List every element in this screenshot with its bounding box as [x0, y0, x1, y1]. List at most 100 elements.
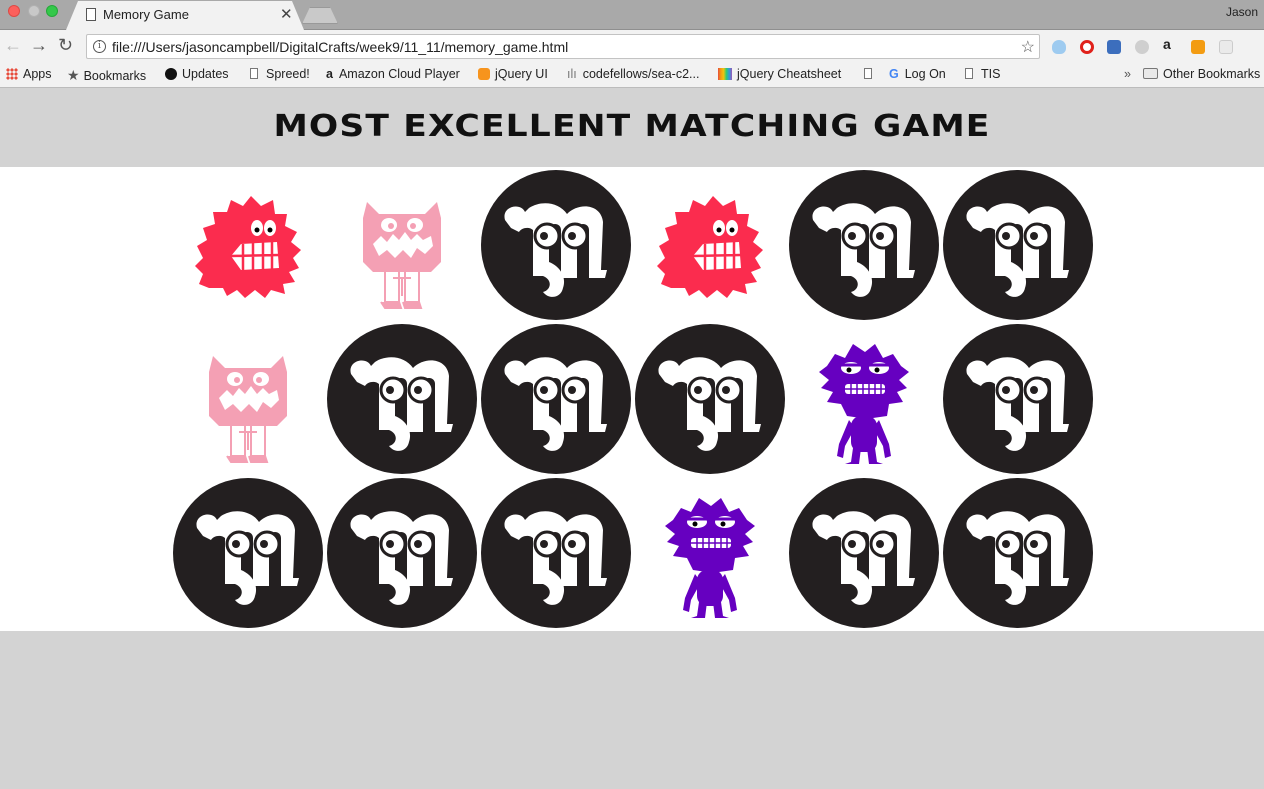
bookmark-label: codefellows/sea-c2...: [582, 67, 700, 81]
download-icon[interactable]: [1107, 40, 1121, 54]
window-titlebar: Memory Game ✕ Jason: [0, 0, 1264, 30]
document-icon: [864, 68, 872, 79]
m-logo-icon: [173, 478, 323, 628]
apps-grid-icon: [6, 68, 18, 80]
card-face-down[interactable]: [943, 478, 1093, 628]
m-logo-icon: [481, 170, 631, 320]
card-red-monster[interactable]: [635, 170, 785, 320]
bookmark-label: Spreed!: [266, 67, 310, 81]
card-purple-monster[interactable]: [789, 324, 939, 474]
blogger-icon[interactable]: [1191, 40, 1205, 54]
card-face-down[interactable]: [943, 324, 1093, 474]
google-icon: G: [889, 67, 899, 81]
back-arrow-icon[interactable]: ←: [4, 36, 22, 54]
close-tab-icon[interactable]: ✕: [280, 5, 293, 23]
profile-name[interactable]: Jason: [1226, 5, 1258, 19]
m-logo-icon: [481, 478, 631, 628]
bookmark-jquery-ui[interactable]: jQuery UI: [478, 67, 548, 81]
forward-arrow-icon[interactable]: →: [30, 36, 48, 54]
bookmark-untitled[interactable]: [864, 67, 880, 81]
red-monster-icon: [657, 196, 763, 298]
bookmark-label: jQuery UI: [495, 67, 548, 81]
bookmark-updates[interactable]: Updates: [165, 67, 229, 81]
m-logo-icon: [789, 170, 939, 320]
new-tab-button[interactable]: [302, 7, 338, 24]
bookmark-label: Amazon Cloud Player: [338, 67, 460, 81]
url-text[interactable]: file:///Users/jasoncampbell/DigitalCraft…: [112, 39, 568, 55]
bookmark-codefellows[interactable]: ılı codefellows/sea-c2...: [567, 67, 699, 81]
card-purple-monster[interactable]: [635, 478, 785, 628]
card-pink-monster[interactable]: [173, 324, 323, 474]
opera-icon[interactable]: [1080, 40, 1094, 54]
card-red-monster[interactable]: [173, 170, 323, 320]
bookmark-label: Updates: [182, 67, 229, 81]
tab-title: Memory Game: [103, 7, 189, 22]
maximize-window-button[interactable]: [46, 5, 58, 17]
m-logo-icon: [635, 324, 785, 474]
bookmark-label: Apps: [23, 67, 52, 81]
page-header: MOST EXCELLENT MATCHING GAME: [0, 89, 1264, 167]
bookmark-label: Other Bookmarks: [1163, 67, 1261, 81]
bookmark-spreed[interactable]: Spreed!: [250, 67, 310, 81]
folder-icon: [1143, 68, 1158, 79]
pink-monster-icon: [209, 356, 287, 463]
card-face-down[interactable]: [481, 478, 631, 628]
minimize-window-button[interactable]: [28, 5, 40, 17]
bookmark-amazon-cloud-player[interactable]: a Amazon Cloud Player: [326, 67, 460, 81]
jquery-ui-icon: [478, 68, 490, 80]
extension-blank-icon[interactable]: [1219, 40, 1233, 54]
bookmark-star-icon[interactable]: ☆: [1021, 37, 1035, 57]
purple-monster-icon: [665, 498, 755, 618]
bookmark-label: Log On: [904, 67, 946, 81]
amazon-icon: a: [326, 67, 333, 81]
amazon-icon[interactable]: a: [1163, 36, 1177, 52]
reload-icon[interactable]: ↻: [58, 36, 73, 54]
card-grid: [173, 170, 1093, 628]
card-face-down[interactable]: [789, 170, 939, 320]
star-icon: ★: [67, 67, 80, 83]
cheatsheet-icon: [718, 68, 732, 80]
pink-monster-icon: [363, 202, 441, 309]
bookmark-label: jQuery Cheatsheet: [737, 67, 842, 81]
card-face-down[interactable]: [173, 478, 323, 628]
card-face-down[interactable]: [943, 170, 1093, 320]
card-face-down[interactable]: [327, 324, 477, 474]
m-logo-icon: [327, 478, 477, 628]
card-face-down[interactable]: [327, 478, 477, 628]
card-pink-monster[interactable]: [327, 170, 477, 320]
more-bookmarks-chevron-icon[interactable]: »: [1124, 67, 1131, 81]
browser-toolbar: ← → ↻ i file:///Users/jasoncampbell/Digi…: [0, 30, 1264, 62]
other-bookmarks-folder[interactable]: Other Bookmarks: [1143, 67, 1260, 81]
card-face-down[interactable]: [481, 324, 631, 474]
bookmark-log-on[interactable]: G Log On: [889, 67, 946, 81]
card-face-down[interactable]: [789, 478, 939, 628]
game-board: [0, 167, 1264, 631]
card-face-down[interactable]: [481, 170, 631, 320]
bookmark-jquery-cheatsheet[interactable]: jQuery Cheatsheet: [718, 67, 841, 81]
bookmarks-bar: Apps ★ Bookmarks Updates Spreed! a Amazon …: [0, 62, 1264, 88]
m-logo-icon: [789, 478, 939, 628]
extension-balloon-icon[interactable]: [1052, 40, 1066, 54]
document-icon: [86, 8, 96, 21]
red-monster-icon: [195, 196, 301, 298]
m-logo-icon: [481, 324, 631, 474]
m-logo-icon: [327, 324, 477, 474]
purple-monster-icon: [819, 344, 909, 464]
close-window-button[interactable]: [8, 5, 20, 17]
updates-icon: [165, 68, 177, 80]
m-logo-icon: [943, 478, 1093, 628]
clock-extension-icon[interactable]: [1135, 40, 1149, 54]
m-logo-icon: [943, 324, 1093, 474]
bookmark-label: TIS: [981, 67, 1001, 81]
bookmark-label: Bookmarks: [83, 69, 147, 83]
github-icon: ılı: [567, 67, 577, 81]
card-face-down[interactable]: [635, 324, 785, 474]
document-icon: [250, 68, 258, 79]
document-icon: [965, 68, 973, 79]
bookmark-tis[interactable]: TIS: [965, 67, 1000, 81]
bookmark-apps[interactable]: Apps: [6, 67, 52, 81]
info-icon[interactable]: i: [93, 40, 106, 53]
page-title: MOST EXCELLENT MATCHING GAME: [273, 109, 991, 144]
address-bar[interactable]: i file:///Users/jasoncampbell/DigitalCra…: [86, 34, 1040, 59]
bookmark-bookmarks[interactable]: ★ Bookmarks: [67, 67, 146, 84]
